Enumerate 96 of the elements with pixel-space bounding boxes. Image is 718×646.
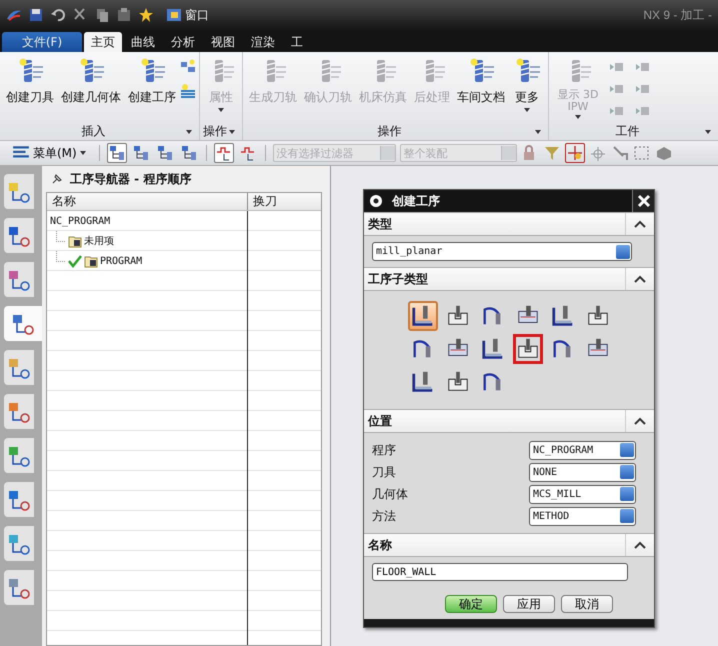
undo-icon[interactable] (50, 7, 66, 23)
tree-line (56, 251, 66, 262)
folder-icon (84, 254, 98, 268)
menu-button[interactable]: 菜单(M) (6, 143, 92, 163)
section-header[interactable]: 名称 (364, 533, 654, 557)
ribbon-button[interactable]: 创建刀具 (3, 55, 57, 108)
dropdown-arrow-icon[interactable] (186, 130, 192, 134)
milling-operation-icon (411, 304, 435, 328)
dropdown-arrow-icon[interactable] (705, 130, 711, 134)
resource-bar-tab[interactable] (4, 438, 34, 473)
dialog-button[interactable]: 应用 (503, 595, 555, 613)
copy-icon[interactable] (94, 7, 110, 23)
dialog-button[interactable]: 取消 (561, 595, 613, 613)
dialog-title: 创建工序 (392, 192, 441, 210)
milling-operation-icon (446, 370, 470, 394)
dropdown-arrow-icon (80, 151, 86, 155)
resource-bar-tab[interactable] (4, 350, 34, 385)
dialog-button[interactable]: 确定 (445, 595, 497, 613)
ribbon-button[interactable]: 创建几何体 (58, 55, 124, 108)
resource-bar-tab[interactable] (4, 526, 34, 561)
ribbon-tab[interactable]: 视图 (204, 32, 242, 52)
checkmark-icon (68, 254, 82, 268)
ribbon-tab[interactable]: 曲线 (124, 32, 162, 52)
display-icon[interactable] (214, 143, 234, 163)
resource-bar-tab[interactable] (4, 218, 34, 253)
paste-icon[interactable] (116, 7, 132, 23)
dropdown-arrow-icon[interactable] (229, 130, 235, 134)
close-icon (636, 194, 650, 208)
navigator-title: 工序导航器 - 程序顺序 (70, 170, 192, 188)
resource-bar-tab[interactable] (4, 174, 34, 209)
field-label: 程序 (372, 442, 396, 458)
group-label: 操作 (378, 122, 402, 140)
value-dropdown[interactable]: METHOD (529, 506, 636, 526)
resource-bar-tab[interactable] (4, 306, 42, 341)
rectangle-select-icon[interactable] (632, 144, 651, 162)
tree-item[interactable]: 未用项 (84, 234, 114, 248)
ribbon-tab[interactable]: 分析 (164, 32, 202, 52)
group-label: 插入 (82, 122, 106, 140)
field-label: 几何体 (372, 486, 408, 502)
tree-item[interactable]: PROGRAM (100, 256, 142, 266)
value-dropdown[interactable]: MCS_MILL (529, 484, 636, 504)
ribbon-button[interactable]: 更多 (509, 55, 545, 114)
star-icon[interactable] (138, 7, 154, 23)
ribbon-button[interactable]: 创建工序 (125, 55, 179, 108)
folder-icon (68, 234, 82, 248)
field-label: 刀具 (372, 464, 396, 480)
window-title: NX 9 - 加工 - (643, 6, 712, 24)
close-button[interactable] (632, 190, 654, 212)
tree-item[interactable]: NC_PROGRAM (50, 216, 110, 226)
snap-point-icon[interactable] (564, 143, 585, 163)
ribbon-tab[interactable]: 主页 (84, 32, 122, 52)
caret-icon (634, 417, 646, 425)
resource-bar-tab[interactable] (4, 262, 34, 297)
ribbon-tab[interactable]: 文件(F) (2, 32, 82, 52)
group-label: 操作 (203, 122, 227, 140)
view-tree-icon[interactable] (106, 143, 127, 163)
window-menu[interactable]: 窗口 (166, 6, 209, 24)
resource-bar-tab[interactable] (4, 570, 34, 605)
ribbon-button[interactable]: 车间文档 (454, 55, 508, 108)
milling-operation-icon (586, 304, 610, 328)
resource-bar-tab[interactable] (4, 394, 34, 429)
save-icon[interactable] (28, 7, 44, 23)
dropdown-arrow-icon (524, 108, 530, 112)
operation-subtype-button[interactable] (408, 301, 438, 331)
small-tree-icon[interactable] (180, 59, 196, 75)
dropdown-arrow-icon[interactable] (535, 130, 541, 134)
section-header[interactable]: 类型 (364, 212, 654, 236)
section-header[interactable]: 工序子类型 (364, 267, 654, 291)
value-dropdown[interactable]: NC_PROGRAM (529, 440, 636, 460)
resource-bar-tab[interactable] (4, 482, 34, 517)
ribbon-tab[interactable]: 渲染 (244, 32, 282, 52)
caret-icon (634, 220, 646, 228)
column-header[interactable]: 名称 (47, 193, 248, 210)
field-label: 方法 (372, 508, 396, 524)
dropdown-arrow-icon (575, 115, 581, 119)
settings-icon[interactable] (368, 193, 384, 209)
milling-operation-icon (516, 337, 540, 361)
caret-icon (634, 275, 646, 283)
small-layers-icon[interactable] (180, 83, 196, 99)
milling-operation-icon (411, 370, 435, 394)
ribbon-tab[interactable]: 工 (284, 32, 310, 52)
tree-line (56, 231, 66, 242)
dropdown-arrow-icon (218, 108, 224, 112)
group-label: 工件 (616, 122, 640, 140)
milling-operation-icon (551, 304, 575, 328)
value-dropdown[interactable]: NONE (529, 462, 636, 482)
caret-icon (634, 541, 646, 549)
type-dropdown[interactable]: mill_planar (372, 242, 632, 261)
milling-operation-icon (481, 337, 505, 361)
milling-operation-icon (446, 304, 470, 328)
name-input-field[interactable]: FLOOR_WALL (372, 563, 628, 581)
pin-icon[interactable] (50, 172, 64, 186)
section-header[interactable]: 位置 (364, 409, 654, 433)
operation-subtype-button[interactable] (513, 334, 543, 364)
window-icon (166, 7, 182, 23)
column-header[interactable]: 换刀 (248, 193, 277, 210)
